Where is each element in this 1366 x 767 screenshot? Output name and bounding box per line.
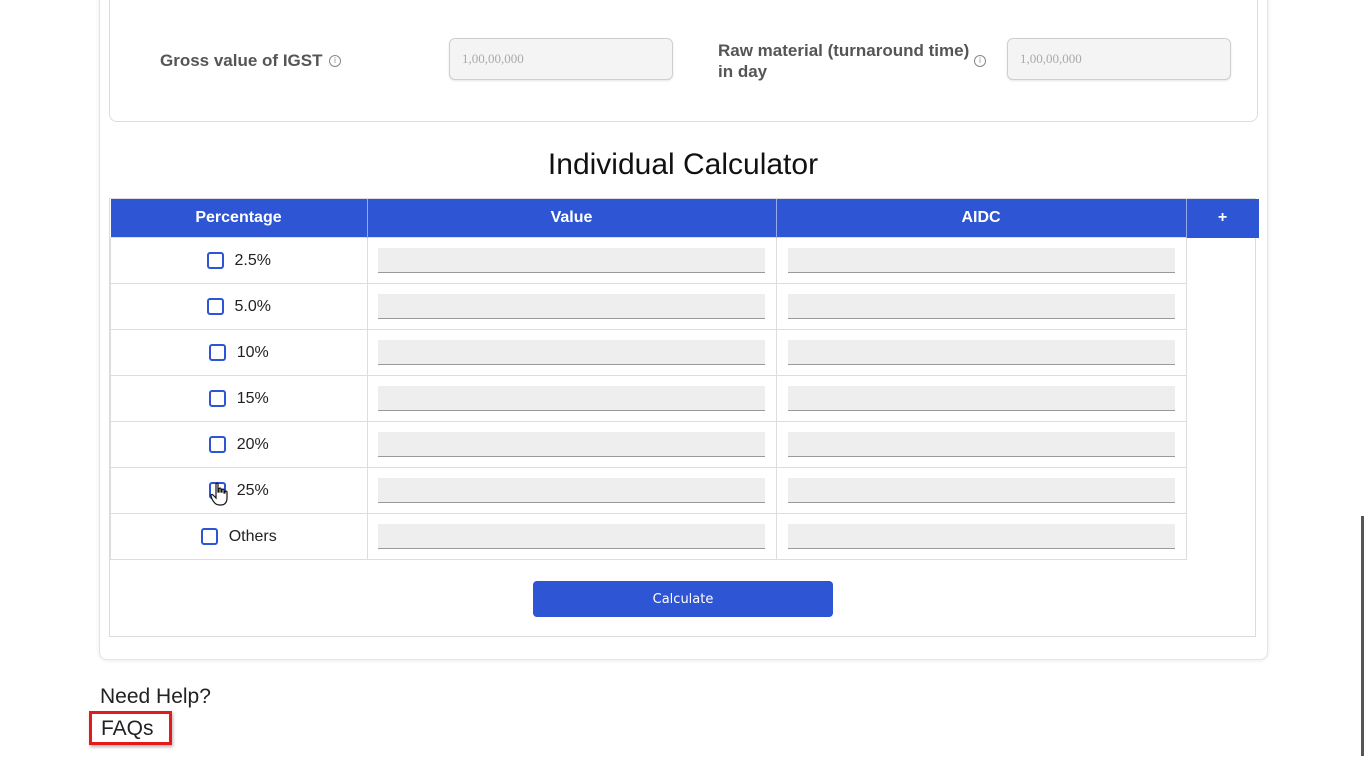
aidc-input[interactable] bbox=[787, 340, 1175, 365]
info-icon[interactable]: i bbox=[974, 55, 986, 67]
percentage-checkbox[interactable] bbox=[208, 390, 226, 407]
aidc-input[interactable] bbox=[787, 478, 1175, 503]
gross-igst-label: Gross value of IGST bbox=[160, 51, 323, 70]
table-row: 20% bbox=[110, 421, 1260, 468]
value-input[interactable] bbox=[378, 432, 765, 457]
value-input[interactable] bbox=[378, 478, 765, 503]
percentage-label: 10% bbox=[236, 343, 269, 361]
value-input[interactable] bbox=[378, 294, 765, 319]
table-row: 25% bbox=[110, 467, 1260, 514]
scrollbar-thumb[interactable] bbox=[1361, 516, 1364, 756]
value-input[interactable] bbox=[378, 340, 765, 365]
table-header-row: Percentage Value AIDC + bbox=[110, 199, 1260, 238]
faqs-link[interactable]: FAQs bbox=[89, 711, 172, 745]
aidc-input[interactable] bbox=[787, 248, 1175, 273]
value-input[interactable] bbox=[378, 248, 765, 273]
header-percentage: Percentage bbox=[110, 199, 368, 238]
aidc-input[interactable] bbox=[787, 524, 1175, 549]
percentage-label: 5.0% bbox=[234, 297, 271, 315]
aidc-input[interactable] bbox=[787, 386, 1175, 411]
raw-material-label-line2: in day bbox=[718, 62, 768, 81]
percentage-checkbox[interactable] bbox=[206, 252, 224, 269]
percentage-label: 25% bbox=[236, 481, 269, 499]
add-column-button[interactable]: + bbox=[1186, 199, 1260, 238]
percentage-label: 2.5% bbox=[234, 251, 271, 269]
percentage-label: Others bbox=[228, 527, 277, 545]
percentage-checkbox[interactable] bbox=[208, 344, 226, 361]
header-value: Value bbox=[367, 199, 777, 238]
aidc-input[interactable] bbox=[787, 432, 1175, 457]
percentage-label: 15% bbox=[236, 389, 269, 407]
value-input[interactable] bbox=[378, 386, 765, 411]
gross-igst-input[interactable]: 1,00,00,000 bbox=[449, 38, 673, 80]
raw-material-input[interactable]: 1,00,00,000 bbox=[1007, 38, 1231, 80]
percentage-checkbox[interactable] bbox=[200, 528, 218, 545]
percentage-checkbox[interactable] bbox=[206, 298, 224, 315]
value-input[interactable] bbox=[378, 524, 765, 549]
aidc-input[interactable] bbox=[787, 294, 1175, 319]
need-help-heading: Need Help? bbox=[100, 685, 211, 708]
info-icon[interactable]: i bbox=[329, 55, 341, 67]
table-row: 5.0% bbox=[110, 283, 1260, 330]
percentage-label: 20% bbox=[236, 435, 269, 453]
table-row: 10% bbox=[110, 329, 1260, 376]
header-aidc: AIDC bbox=[776, 199, 1187, 238]
section-title: Individual Calculator bbox=[547, 148, 819, 181]
percentage-checkbox[interactable] bbox=[208, 436, 226, 453]
raw-material-label-line1: Raw material (turnaround time) bbox=[718, 41, 970, 60]
calculator-table: Percentage Value AIDC + 2.5% 5.0% 10% 15… bbox=[110, 199, 1260, 560]
hand-cursor-icon bbox=[210, 482, 228, 506]
calculate-button[interactable]: Calculate bbox=[533, 581, 833, 617]
table-row: 15% bbox=[110, 375, 1260, 422]
raw-material-label: Raw material (turnaround time) in day bbox=[718, 40, 969, 82]
table-row: Others bbox=[110, 513, 1260, 560]
table-row: 2.5% bbox=[110, 237, 1260, 284]
